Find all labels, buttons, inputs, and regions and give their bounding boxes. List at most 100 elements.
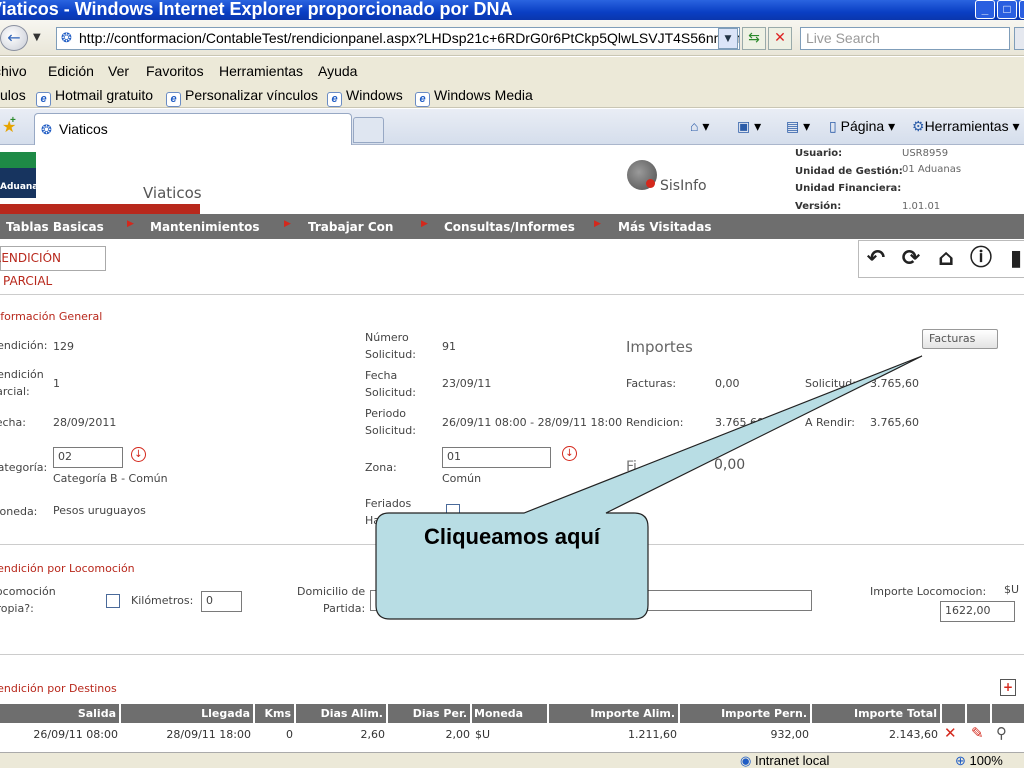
fin-value: 0,00 (714, 457, 746, 473)
a-rendir-value: 3.765,60 (870, 416, 919, 429)
magnifier-icon[interactable]: ⚲ (996, 724, 1007, 742)
back-button[interactable]: ← (0, 25, 28, 51)
refresh-icon[interactable]: ⟳ (895, 242, 927, 276)
info-section-title: Información General (0, 310, 103, 323)
tab-label: Viaticos (59, 121, 108, 137)
home-icon: ⌂ (690, 118, 699, 134)
zona-desc: Común (442, 472, 482, 485)
add-favorite-icon[interactable]: + (10, 115, 16, 126)
info-icon[interactable]: ⓘ (965, 242, 997, 276)
page-menu[interactable]: ▯ Página ▾ (829, 118, 895, 135)
menu-herramientas[interactable]: Herramientas (219, 63, 303, 79)
stop-button[interactable]: ✕ (768, 27, 792, 50)
facturas-label: Facturas: (626, 377, 677, 390)
home-icon[interactable]: ⌂ (930, 242, 962, 276)
menu-favoritos[interactable]: Favoritos (146, 63, 204, 79)
unit-label: Unidad de Gestión: (795, 166, 903, 177)
locomocion-propia-label: Locomoción Propia?: (0, 585, 56, 615)
nav-mas-visitadas[interactable]: Más Visitadas (618, 220, 711, 234)
nav-tablas-basicas[interactable]: Tablas Basicas (6, 220, 104, 234)
undo-icon[interactable]: ↶ (860, 242, 892, 276)
destino-input[interactable] (645, 590, 812, 611)
categoria-dropdown-icon[interactable]: ↓ (131, 447, 146, 462)
divider (0, 294, 1024, 295)
aduanas-logo: Aduanas (0, 152, 44, 198)
importe-locomocion-input[interactable]: 1622,00 (940, 601, 1015, 622)
kilometros-input[interactable]: 0 (201, 591, 242, 612)
close-window-button[interactable]: × (1019, 0, 1024, 19)
menu-edicion[interactable]: Edición (48, 63, 94, 79)
domicilio-partida-input[interactable] (370, 590, 400, 611)
rend-parcial-value: 1 (53, 377, 60, 390)
locomocion-propia-checkbox[interactable] (106, 594, 120, 608)
divider (0, 654, 1024, 655)
cell-dias-alim: 2,60 (360, 728, 386, 741)
title-accent-bar (0, 204, 200, 214)
destinos-section-title: Rendición por Destinos (0, 682, 117, 695)
address-input[interactable]: ❂ http://contformacion/ContableTest/rend… (56, 27, 740, 50)
links-label: Vínculos (0, 87, 26, 103)
edit-pencil-icon[interactable]: ✎ (971, 724, 984, 742)
nav-arrow-icon: ▶ (421, 219, 428, 229)
link-hotmail[interactable]: e Hotmail gratuito (36, 87, 153, 107)
categoria-input[interactable]: 02 (53, 447, 123, 468)
col-llegada: Llegada (121, 704, 255, 723)
menu-ver[interactable]: Ver (108, 63, 129, 79)
cell-salida: 26/09/11 08:00 (33, 728, 118, 741)
user-label: Usuario: (795, 148, 843, 159)
maximize-button[interactable]: □ (997, 0, 1017, 19)
zoom-level[interactable]: ⊕ 100% (955, 753, 1003, 768)
cell-importe-alim: 1.211,60 (628, 728, 677, 741)
version-value: 1.01.01 (902, 201, 941, 212)
rendicion-importe-value: 3.765,60 (715, 416, 764, 429)
tab-viaticos[interactable]: ❂ Viaticos (34, 113, 352, 145)
a-rendir-label: A Rendir: (805, 416, 855, 429)
refresh-button[interactable]: ⇆ (742, 27, 766, 50)
history-dropdown-icon[interactable]: ▼ (33, 32, 41, 43)
app-name: Viaticos (143, 184, 202, 202)
col-action-3 (992, 704, 1024, 723)
link-windows-media[interactable]: e Windows Media (415, 87, 533, 107)
locomocion-section-title: Rendición por Locomoción (0, 562, 135, 575)
home-button[interactable]: ⌂ ▾ (690, 118, 709, 135)
menu-ayuda[interactable]: Ayuda (318, 63, 357, 79)
link-personalizar[interactable]: e Personalizar vínculos (166, 87, 318, 107)
delete-row-icon[interactable]: ✕ (944, 724, 957, 742)
new-tab-button[interactable] (353, 117, 384, 143)
cell-llegada: 28/09/11 18:00 (166, 728, 251, 741)
tab-bar: ★ + ❂ Viaticos ⌂ ▾ ▣ ▾ ▤ ▾ ▯ Página ▾ ⚙H… (0, 109, 1024, 145)
zona-dropdown-icon[interactable]: ↓ (562, 446, 577, 461)
zona-input[interactable]: 01 (442, 447, 551, 468)
unit-value: 01 Aduanas (902, 164, 962, 175)
nav-arrow-icon: ▶ (594, 219, 601, 229)
section-tab-rendicion-parcial[interactable]: RENDICIÓN PARCIAL (0, 246, 106, 288)
facturas-button[interactable]: Facturas (922, 329, 998, 349)
search-button[interactable] (1014, 27, 1024, 50)
version-label: Versión: (795, 201, 842, 212)
add-destino-icon[interactable]: + (1000, 679, 1016, 696)
search-input[interactable]: Live Search (800, 27, 1010, 50)
fecha-label: Fecha: (0, 416, 26, 429)
menu-archivo[interactable]: Archivo (0, 63, 27, 79)
fecha-solicitud-label: Fecha Solicitud: (365, 369, 416, 399)
periodo-solicitud-value: 26/09/11 08:00 - 28/09/11 18:00 (442, 416, 623, 429)
categoria-label: Categoría: (0, 461, 48, 474)
feriados-checkbox[interactable] (446, 504, 460, 518)
feeds-button[interactable]: ▣ ▾ (737, 118, 761, 135)
nav-mantenimientos[interactable]: Mantenimientos (150, 220, 260, 234)
print-button[interactable]: ▤ ▾ (786, 118, 810, 135)
sisinfo-logo-dot (646, 179, 655, 188)
window-title: Viaticos - Windows Internet Explorer pro… (0, 0, 513, 19)
address-dropdown-icon[interactable]: ▼ (718, 28, 738, 49)
link-windows[interactable]: e Windows (327, 87, 403, 107)
col-importe-total: Importe Total (812, 704, 942, 723)
tools-menu[interactable]: ⚙Herramientas ▾ (912, 118, 1020, 135)
fecha-solicitud-value: 23/09/11 (442, 377, 492, 390)
nav-trabajar-con[interactable]: Trabajar Con (308, 220, 393, 234)
exit-icon[interactable]: ▮ (1000, 242, 1024, 276)
minimize-button[interactable]: _ (975, 0, 995, 19)
fin-label: Fi (626, 459, 637, 475)
status-bar: ◉ Intranet local ⊕ 100% (0, 752, 1024, 768)
nav-consultas-informes[interactable]: Consultas/Informes (444, 220, 575, 234)
user-value: USR8959 (902, 148, 949, 159)
